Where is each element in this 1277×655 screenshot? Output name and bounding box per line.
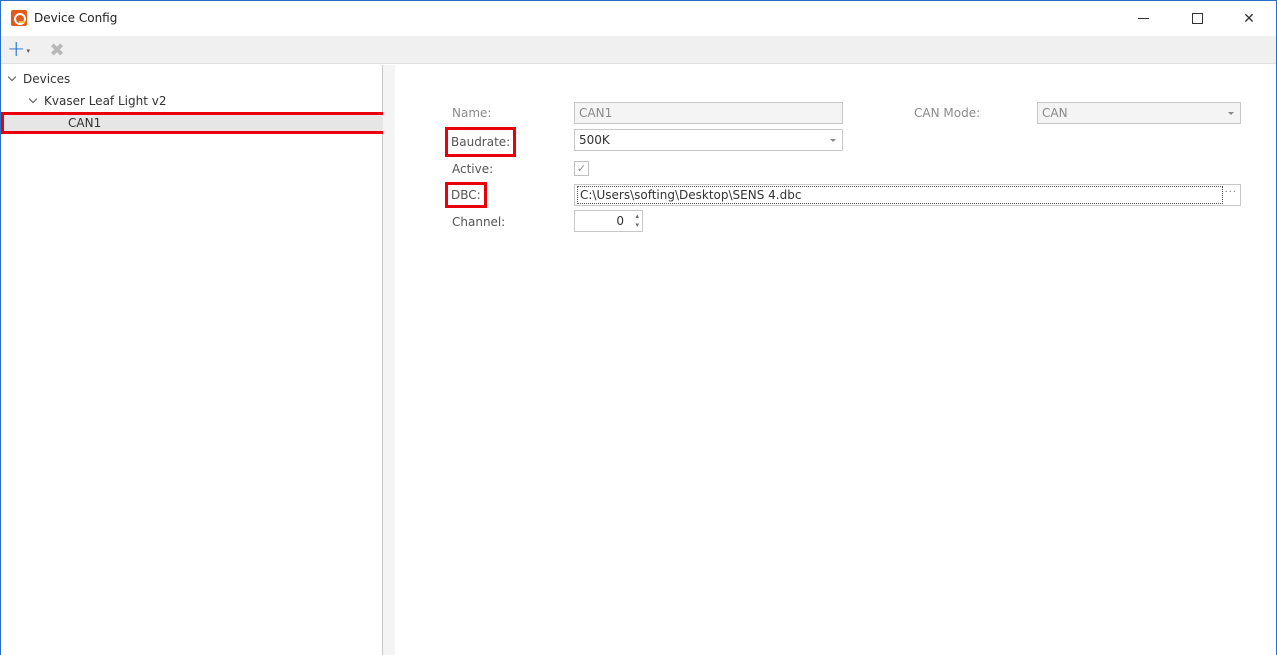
spin-down-icon[interactable]: ▾ (635, 221, 639, 230)
name-value: CAN1 (579, 106, 613, 120)
can-mode-value: CAN (1042, 106, 1068, 120)
close-icon: ✕ (1243, 10, 1255, 27)
dropdown-arrow-icon (1228, 112, 1234, 115)
window-title: Device Config (34, 11, 118, 25)
baudrate-label: Baudrate: (445, 127, 517, 157)
can-mode-label: CAN Mode: (914, 106, 981, 120)
dbc-path-field[interactable]: C:\Users\softing\Desktop\SENS 4.dbc ··· (574, 184, 1241, 206)
add-device-button[interactable]: + ▾ (7, 38, 37, 62)
active-checkbox[interactable]: ✓ (574, 161, 589, 176)
delete-icon: ✖ (49, 39, 65, 61)
maximize-icon (1191, 13, 1203, 24)
tree-node-label: Devices (23, 72, 71, 86)
device-config-window: Device Config ✕ + ▾ ✖ Devices Kvaser Lea… (0, 0, 1277, 655)
baudrate-select[interactable]: 500K (574, 129, 843, 151)
channel-properties-form: Name: CAN1 CAN Mode: CAN Baudrate: 500K … (395, 65, 1276, 655)
name-field: CAN1 (574, 102, 843, 124)
tree-node-can1[interactable]: CAN1 (1, 112, 387, 134)
plus-icon: + (7, 37, 26, 62)
browse-ellipsis-button[interactable]: ··· (1224, 187, 1237, 198)
channel-label: Channel: (452, 215, 506, 229)
checkmark-icon: ✓ (576, 162, 587, 175)
dropdown-caret-icon: ▾ (26, 47, 30, 55)
maximize-button[interactable] (1171, 1, 1223, 36)
chevron-down-icon[interactable] (7, 72, 17, 82)
app-logo-icon (11, 10, 27, 26)
channel-spinner[interactable]: 0 ▴ ▾ (574, 210, 643, 232)
chevron-down-icon[interactable] (28, 94, 38, 104)
tree-node-label: Kvaser Leaf Light v2 (44, 94, 167, 108)
spin-up-icon[interactable]: ▴ (635, 212, 639, 221)
tree-node-kvaser-leaf[interactable]: Kvaser Leaf Light v2 (28, 91, 167, 111)
panel-splitter[interactable] (383, 65, 395, 655)
name-label: Name: (452, 106, 492, 120)
device-tree: Devices Kvaser Leaf Light v2 CAN1 (1, 65, 387, 655)
dbc-path-input[interactable]: C:\Users\softing\Desktop\SENS 4.dbc (577, 186, 1223, 204)
active-label: Active: (452, 162, 494, 176)
tree-node-label: CAN1 (68, 116, 102, 130)
close-button[interactable]: ✕ (1223, 1, 1275, 36)
title-bar[interactable]: Device Config ✕ (1, 1, 1276, 36)
dropdown-arrow-icon (830, 139, 836, 142)
spinner-arrows[interactable]: ▴ ▾ (635, 212, 639, 230)
delete-device-button[interactable]: ✖ (46, 39, 68, 61)
toolbar: + ▾ ✖ (1, 36, 1276, 64)
channel-value: 0 (616, 214, 624, 228)
dbc-label: DBC: (445, 182, 487, 208)
baudrate-value: 500K (579, 133, 610, 147)
minimize-button[interactable] (1117, 1, 1169, 36)
can-mode-select: CAN (1037, 102, 1241, 124)
dbc-path-value: C:\Users\softing\Desktop\SENS 4.dbc (580, 188, 802, 202)
tree-node-devices[interactable]: Devices (7, 69, 71, 89)
minimize-icon (1137, 18, 1149, 19)
